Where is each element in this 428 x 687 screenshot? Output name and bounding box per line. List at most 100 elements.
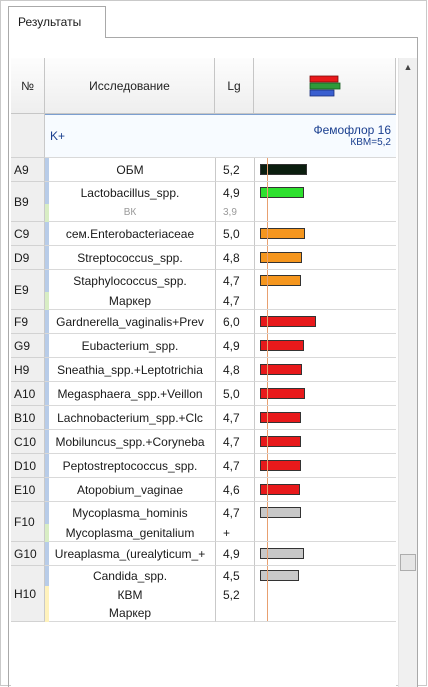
- lg-line: [216, 604, 254, 622]
- study-line: Lachnobacterium_spp.+Clc: [45, 406, 215, 430]
- vertical-scrollbar[interactable]: ▲: [398, 58, 417, 687]
- lg-value: 4,7: [223, 506, 240, 520]
- row-id: F9: [11, 310, 45, 334]
- table-row[interactable]: G10 Ureaplasma_(urealyticum_+ 4,9: [11, 542, 396, 566]
- study-line: КВМ: [45, 586, 215, 604]
- row-id: F10: [11, 502, 45, 542]
- bar-cell: [254, 158, 396, 182]
- lg-value: 4,7: [223, 435, 240, 449]
- scroll-thumb[interactable]: [400, 554, 416, 571]
- bar-cell: [254, 182, 396, 222]
- study-name: Sneathia_spp.+Leptotrichia: [57, 363, 203, 377]
- table-row[interactable]: E9 Staphylococcus_spp. Маркер 4,7 4,7: [11, 270, 396, 310]
- table-row[interactable]: F10 Mycoplasma_hominis Mycoplasma_genitali…: [11, 502, 396, 542]
- study-line: Маркер: [45, 604, 215, 622]
- table-row[interactable]: B10 Lachnobacterium_spp.+Clc 4,7: [11, 406, 396, 430]
- row-id: D9: [11, 246, 45, 270]
- lg-cell: 6,0: [215, 310, 254, 334]
- group-title: Фемофлор 16: [313, 123, 392, 137]
- table-row[interactable]: E10 Atopobium_vaginae 4,6: [11, 478, 396, 502]
- study-name: сем.Enterobacteriaceae: [65, 227, 195, 241]
- bar-cell: [254, 454, 396, 478]
- group-left-label: K+: [50, 129, 66, 143]
- study-cell: Gardnerella_vaginalis+Prev: [45, 310, 215, 334]
- study-line: Megasphaera_spp.+Veillon: [45, 382, 215, 406]
- lg-value: 5,2: [223, 588, 240, 602]
- study-name: Mycoplasma_genitalium: [65, 526, 195, 540]
- lg-value: 4,9: [223, 186, 240, 200]
- bar-cell: [254, 566, 396, 622]
- lg-line: 4,9: [216, 334, 254, 358]
- study-cell: Megasphaera_spp.+Veillon: [45, 382, 215, 406]
- table-row[interactable]: D10 Peptostreptococcus_spp. 4,7: [11, 454, 396, 478]
- study-name: КВМ: [117, 588, 143, 602]
- header-study[interactable]: Исследование: [45, 58, 215, 114]
- study-name: ОБМ: [116, 163, 144, 177]
- lg-cell: 4,7 4,7: [215, 270, 254, 310]
- scroll-up-arrow-icon[interactable]: ▲: [401, 60, 415, 74]
- tab-results[interactable]: Результаты: [8, 6, 106, 38]
- lg-value: 4,8: [223, 363, 240, 377]
- bar-cell: [254, 502, 396, 542]
- study-name: Маркер: [108, 606, 152, 620]
- study-name: Streptococcus_spp.: [77, 251, 183, 265]
- lg-line: 5,0: [216, 222, 254, 246]
- study-line: Sneathia_spp.+Leptotrichia: [45, 358, 215, 382]
- lg-line: 5,2: [216, 586, 254, 604]
- header-number[interactable]: №: [11, 58, 45, 114]
- header-lg[interactable]: Lg: [215, 58, 254, 114]
- table-row[interactable]: F9 Gardnerella_vaginalis+Prev 6,0: [11, 310, 396, 334]
- lg-line: 6,0: [216, 310, 254, 334]
- row-id: E10: [11, 478, 45, 502]
- lg-cell: 4,9: [215, 542, 254, 566]
- lg-line: 4,7: [216, 430, 254, 454]
- study-name: Peptostreptococcus_spp.: [62, 459, 198, 473]
- study-cell: Streptococcus_spp.: [45, 246, 215, 270]
- marker-line: [267, 246, 268, 269]
- marker-line: [267, 270, 268, 309]
- bar-chart-icon: [309, 75, 340, 96]
- study-cell: Sneathia_spp.+Leptotrichia: [45, 358, 215, 382]
- table-row[interactable]: A10 Megasphaera_spp.+Veillon 5,0: [11, 382, 396, 406]
- study-line: Atopobium_vaginae: [45, 478, 215, 502]
- study-line: Mobiluncus_spp.+Coryneba: [45, 430, 215, 454]
- lg-value: 4,6: [223, 483, 240, 497]
- lg-line: 3,9: [216, 204, 254, 222]
- lg-line: 4,8: [216, 246, 254, 270]
- marker-line: [267, 478, 268, 501]
- bar-cell: [254, 382, 396, 406]
- table-row[interactable]: A9 ОБМ 5,2: [11, 158, 396, 182]
- group-label-cell: K+: [45, 114, 215, 158]
- row-id: G9: [11, 334, 45, 358]
- row-id: C9: [11, 222, 45, 246]
- marker-line: [267, 358, 268, 381]
- study-name: Candida_spp.: [92, 569, 168, 583]
- table-row[interactable]: D9 Streptococcus_spp. 4,8: [11, 246, 396, 270]
- marker-line: [267, 566, 268, 621]
- lg-line: 4,7: [216, 270, 254, 292]
- table-row[interactable]: H10 Candida_spp. КВМ Маркер 4,5 5,2: [11, 566, 396, 622]
- table-row[interactable]: H9 Sneathia_spp.+Leptotrichia 4,8: [11, 358, 396, 382]
- table-row[interactable]: G9 Eubacterium_spp. 4,9: [11, 334, 396, 358]
- row-id: A9: [11, 158, 45, 182]
- level-bar: [260, 316, 316, 327]
- study-cell: ОБМ: [45, 158, 215, 182]
- study-line: Mycoplasma_hominis: [45, 502, 215, 524]
- header-chart[interactable]: [254, 58, 396, 114]
- study-line: сем.Enterobacteriaceae: [45, 222, 215, 246]
- lg-cell: 4,9 3,9: [215, 182, 254, 222]
- tab-strip: Результаты: [8, 6, 418, 38]
- marker-line: [267, 158, 268, 181]
- study-name: Megasphaera_spp.+Veillon: [57, 387, 203, 401]
- table-row[interactable]: C9 сем.Enterobacteriaceae 5,0: [11, 222, 396, 246]
- lg-value: 4,5: [223, 569, 240, 583]
- level-bar: [260, 570, 299, 581]
- study-name: Atopobium_vaginae: [76, 483, 184, 497]
- lg-cell: 4,6: [215, 478, 254, 502]
- table-row[interactable]: B9 Lactobacillus_spp. ВК 4,9 3,9: [11, 182, 396, 222]
- lg-line: 4,7: [216, 502, 254, 524]
- study-cell: Peptostreptococcus_spp.: [45, 454, 215, 478]
- study-name: Eubacterium_spp.: [81, 339, 179, 353]
- table-row[interactable]: C10 Mobiluncus_spp.+Coryneba 4,7: [11, 430, 396, 454]
- study-line: Ureaplasma_(urealyticum_+: [45, 542, 215, 566]
